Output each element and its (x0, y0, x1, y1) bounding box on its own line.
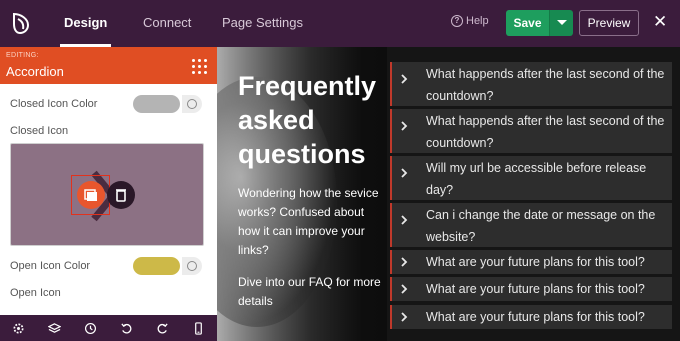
chevron-right-icon (401, 74, 408, 84)
drag-grid-icon[interactable] (192, 59, 207, 74)
history-icon[interactable] (84, 322, 97, 335)
preview-button[interactable]: Preview (579, 10, 639, 36)
closed-icon-color-label: Closed Icon Color (10, 98, 98, 110)
hero-cta-text: Dive into our FAQ for more details (238, 275, 381, 308)
palette-icon (187, 261, 197, 271)
accordion-question: What are your future plans for this tool… (426, 310, 645, 324)
accordion-item[interactable]: What happends after the last second of t… (390, 109, 672, 153)
page-preview-canvas: Frequently asked questions Wondering how… (217, 47, 680, 341)
redo-icon[interactable] (156, 322, 169, 335)
chevron-right-icon (401, 257, 408, 267)
closed-icon-preview[interactable] (10, 143, 204, 246)
chevron-right-icon (401, 312, 408, 322)
open-icon-color-swatch[interactable] (133, 257, 180, 275)
accordion-item[interactable]: What happends after the last second of t… (390, 62, 672, 106)
editing-header: EDITING: Accordion (0, 47, 217, 84)
close-icon[interactable]: ✕ (653, 12, 667, 32)
help-label: Help (466, 15, 489, 27)
seedprod-logo-icon[interactable] (9, 11, 33, 35)
hero-description: Wondering how the sevice works? Confused… (238, 186, 379, 257)
open-icon-color-label: Open Icon Color (10, 260, 91, 272)
accordion-item[interactable]: Can i change the date or message on the … (390, 203, 672, 247)
palette-icon (187, 99, 197, 109)
accordion-question: What happends after the last second of t… (426, 67, 665, 103)
accordion-question: What are your future plans for this tool… (426, 255, 645, 269)
question-circle-icon: ? (451, 15, 463, 27)
mobile-preview-icon[interactable] (192, 321, 205, 335)
accordion-question: Will my url be accessible before release… (426, 161, 647, 197)
tab-page-settings[interactable]: Page Settings (222, 0, 303, 47)
accordion-item[interactable]: What are your future plans for this tool… (390, 277, 672, 301)
closed-icon-color-swatch[interactable] (133, 95, 180, 113)
image-icon (84, 189, 97, 201)
accordion-item[interactable]: What are your future plans for this tool… (390, 250, 672, 274)
trash-icon (116, 189, 126, 202)
accordion-question: What are your future plans for this tool… (426, 282, 645, 296)
editing-block-name: Accordion (6, 64, 64, 79)
open-icon-label: Open Icon (10, 287, 61, 299)
color-picker-button-2[interactable] (182, 257, 202, 275)
top-toolbar: Design Connect Page Settings ? Help Save… (0, 0, 680, 47)
accordion-item[interactable]: Will my url be accessible before release… (390, 156, 672, 200)
remove-icon-button[interactable] (107, 181, 135, 209)
tab-connect[interactable]: Connect (143, 0, 191, 47)
chevron-right-icon (401, 168, 408, 178)
save-button[interactable]: Save (506, 10, 549, 36)
color-picker-button[interactable] (182, 95, 202, 113)
editing-label: EDITING: (6, 52, 39, 59)
media-library-button[interactable] (77, 181, 105, 209)
undo-icon[interactable] (120, 322, 133, 335)
chevron-right-icon (401, 284, 408, 294)
accordion-question: What happends after the last second of t… (426, 114, 665, 150)
closed-icon-label: Closed Icon (10, 125, 69, 137)
chevron-right-icon (401, 215, 408, 225)
accordion-item[interactable]: What are your future plans for this tool… (390, 305, 672, 329)
save-options-dropdown[interactable] (549, 10, 573, 36)
tab-design[interactable]: Design (59, 0, 112, 47)
layers-icon[interactable] (47, 322, 61, 335)
help-link[interactable]: ? Help (451, 15, 489, 27)
chevron-right-icon (401, 121, 408, 131)
settings-icon[interactable] (12, 322, 25, 335)
hero-title: Frequently asked questions (238, 71, 377, 169)
accordion-question: Can i change the date or message on the … (426, 208, 656, 244)
settings-sidebar: EDITING: Accordion Closed Icon Color Clo… (0, 47, 217, 341)
sidebar-footer-toolbar (0, 315, 217, 341)
